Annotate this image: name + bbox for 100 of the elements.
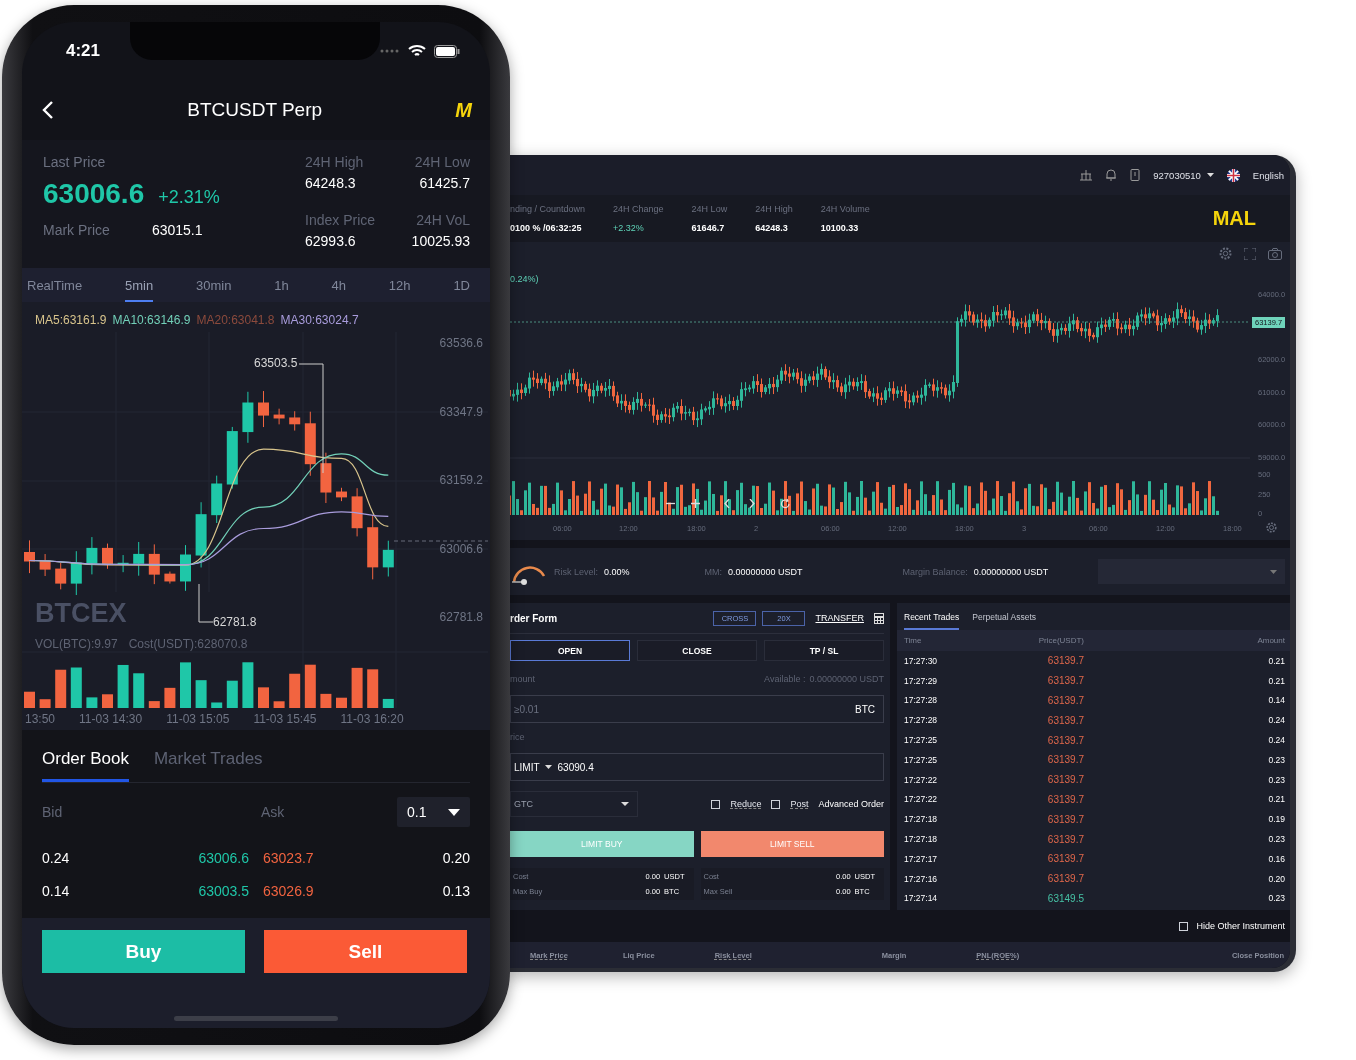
language-selector[interactable]: English — [1252, 169, 1284, 181]
account-menu[interactable]: 927030510 — [1153, 169, 1214, 181]
trade-price: 63139.7 — [1046, 813, 1084, 825]
chart-legend: 0.24%) — [510, 274, 539, 284]
chevron-right-icon[interactable] — [749, 499, 755, 508]
volume-bar — [242, 662, 254, 708]
candle — [258, 390, 269, 428]
stat-value: 61646.7 — [691, 223, 726, 233]
calculator-icon[interactable] — [874, 612, 884, 624]
trades-tab[interactable]: Perpetual Assets — [972, 612, 1037, 630]
unit-label: BTC — [855, 703, 875, 715]
stat-label: 24H Change — [613, 204, 664, 214]
interval-tab[interactable]: 4h — [331, 268, 346, 302]
trade-amount: 0.23 — [1267, 774, 1285, 785]
column-header: Price(USDT) — [1037, 636, 1084, 645]
stat-value: 10025.93 — [411, 233, 470, 249]
candle — [304, 411, 316, 477]
battery-icon — [434, 44, 460, 58]
candle — [86, 536, 98, 575]
candle — [148, 543, 160, 585]
ask-price: 63023.7 — [263, 849, 315, 866]
trade-time: 17:27:29 — [904, 675, 939, 686]
margin-balance-label: Margin Balance: — [902, 566, 968, 577]
candle — [55, 562, 67, 590]
time-axis-label: 11-03 15:05 — [166, 712, 230, 726]
trade-amount: 0.19 — [1267, 814, 1285, 825]
precision-dropdown[interactable]: 0.1 — [397, 797, 470, 827]
volume-bar — [164, 687, 176, 708]
checkbox[interactable] — [1179, 921, 1189, 931]
interval-tab[interactable]: 1D — [453, 268, 470, 302]
volume-bar — [382, 698, 394, 708]
trade-time: 17:27:18 — [904, 814, 939, 825]
checkbox[interactable] — [711, 799, 721, 809]
status-time: 4:21 — [66, 41, 102, 61]
volume-bar — [55, 669, 67, 708]
settings-icon[interactable] — [1266, 522, 1277, 533]
order-tab[interactable]: OPEN — [510, 640, 630, 661]
camera-icon[interactable] — [1268, 247, 1282, 260]
trade-time: 17:27:25 — [904, 754, 939, 765]
interval-tab[interactable]: 1h — [274, 268, 289, 302]
refresh-icon[interactable] — [780, 498, 791, 509]
trade-amount: 0.16 — [1267, 853, 1285, 864]
price-field[interactable]: LIMIT 63090.4 — [510, 753, 884, 781]
trade-price: 63139.7 — [1046, 655, 1084, 667]
time-in-force-dropdown[interactable]: GTC — [510, 791, 638, 817]
interval-tab[interactable]: RealTime — [27, 268, 83, 302]
candle — [24, 539, 35, 574]
bid-price: 63003.5 — [197, 882, 249, 899]
mm-label: MM: — [704, 566, 723, 577]
trade-price: 63139.7 — [1046, 833, 1084, 845]
candle — [70, 550, 82, 596]
panel-title: rder Form — [510, 612, 558, 624]
volume-bar — [273, 701, 285, 708]
volume-bar — [39, 699, 51, 708]
order-tab[interactable]: CLOSE — [637, 640, 757, 661]
network-icon[interactable] — [1080, 169, 1093, 181]
risk-level-value[interactable]: 0.00% — [604, 566, 630, 577]
time-axis-label: 13:50 — [25, 712, 56, 726]
amount-field[interactable]: ≥0.01 BTC — [510, 695, 884, 723]
chevron-left-icon[interactable] — [724, 499, 730, 508]
candle — [164, 571, 176, 585]
last-price-label: Last Price — [43, 154, 107, 170]
transfer-link[interactable]: TRANSFER — [815, 613, 864, 623]
caret-icon — [544, 765, 552, 769]
stat-value: 0100 % /06:32:25 — [510, 223, 583, 233]
interval-tab[interactable]: 12h — [388, 268, 411, 302]
volume-bar — [117, 664, 129, 708]
stat-label: nding / Countdown — [510, 204, 586, 214]
flag-icon[interactable] — [1226, 168, 1240, 182]
volume-bar — [24, 691, 35, 708]
trade-price: 63139.7 — [1046, 754, 1084, 766]
trade-time: 17:27:17 — [904, 853, 939, 864]
bell-icon[interactable] — [1105, 169, 1118, 181]
time-axis-label: 11-03 15:45 — [253, 712, 317, 726]
time-axis-label: 11-03 16:20 — [340, 712, 404, 726]
brand-logo: M — [455, 98, 472, 122]
indicator-label: MA30:63024.7 — [280, 313, 359, 327]
advanced-order-link[interactable]: Advanced Order — [818, 799, 884, 809]
interval-tab[interactable]: 30min — [196, 268, 232, 302]
trade-price: 63139.7 — [1046, 675, 1084, 687]
checkbox[interactable] — [771, 799, 781, 809]
trade-price: 63139.7 — [1046, 873, 1084, 885]
option-label: Post — [790, 799, 809, 809]
volume-bar — [351, 667, 363, 708]
stat-label: Index Price — [305, 212, 377, 228]
trade-time: 17:27:28 — [904, 715, 939, 726]
candle — [320, 452, 332, 504]
back-icon[interactable] — [42, 100, 54, 120]
wifi-icon — [408, 44, 426, 58]
mark-price-label: Mark Price — [43, 222, 110, 238]
order-tab[interactable]: TP / SL — [764, 640, 884, 661]
trade-amount: 0.21 — [1267, 794, 1285, 805]
option-label: Reduce — [730, 799, 762, 809]
phone-icon[interactable] — [1130, 169, 1141, 181]
volume-bar — [367, 669, 379, 708]
book-tab[interactable]: Order Book — [42, 749, 129, 782]
settings-icon[interactable] — [1219, 247, 1232, 260]
stat-value: 64248.3 — [755, 223, 789, 233]
zoom-in-icon[interactable] — [691, 499, 700, 508]
mm-value[interactable]: 0.00000000 USDT — [728, 566, 803, 577]
